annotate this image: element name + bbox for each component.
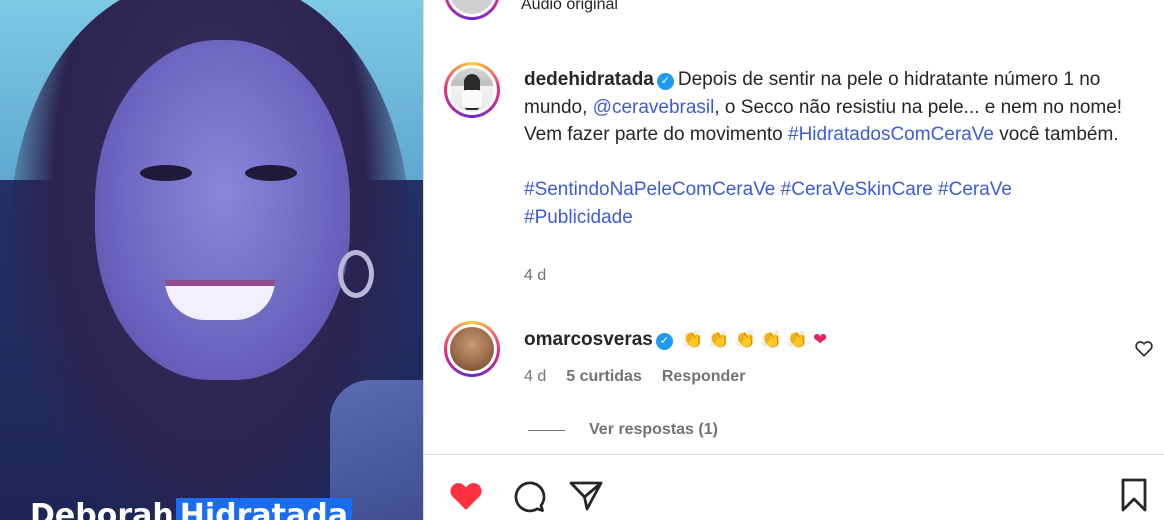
audio-label[interactable]: Áudio original <box>521 0 618 14</box>
header-avatar[interactable] <box>444 0 500 20</box>
like-comment-heart-icon[interactable] <box>1133 337 1155 359</box>
mention-link[interactable]: @ceravebrasil <box>593 97 715 118</box>
bookmark-icon[interactable] <box>1114 475 1154 515</box>
face <box>95 40 350 380</box>
hashtag-link[interactable]: #Publicidade <box>524 207 633 228</box>
author-username[interactable]: dedehidratada <box>524 69 654 90</box>
heart-filled-icon[interactable] <box>446 475 486 515</box>
comment-time[interactable]: 4 d <box>524 368 546 386</box>
hashtag-link[interactable]: #CeraVeSkinCare <box>781 179 933 200</box>
view-replies-label: Ver respostas (1) <box>589 421 718 438</box>
clapping-emojis: 👏👏👏👏👏 <box>682 330 813 350</box>
view-replies-button[interactable]: Ver respostas (1) <box>528 421 718 439</box>
post-caption: dedehidratada ✓ Depois de sentir na pele o… <box>524 66 1134 231</box>
comment: omarcosveras ✓ 👏👏👏👏👏❤ <box>524 326 832 354</box>
replies-divider <box>528 429 565 431</box>
commenter-username[interactable]: omarcosveras <box>524 329 653 350</box>
right-eye <box>245 165 297 181</box>
verified-badge-icon: ✓ <box>655 333 673 350</box>
author-avatar[interactable] <box>444 62 500 118</box>
caption-text-3: você também. <box>993 124 1119 145</box>
heart-emoji: ❤ <box>813 330 833 350</box>
post-details-panel: Áudio original dedehidratada ✓ Depois de s… <box>423 0 1164 520</box>
share-icon[interactable] <box>566 475 606 515</box>
comment-likes[interactable]: 5 curtidas <box>566 368 642 386</box>
hashtag-link[interactable]: #SentindoNaPeleComCeraVe <box>524 179 775 200</box>
post-action-bar <box>424 454 1164 520</box>
media-overlay-caption: Deborah Hidratada <box>30 498 352 520</box>
comment-meta: 4 d 5 curtidas Responder <box>524 368 745 386</box>
post-time[interactable]: 4 d <box>524 267 546 285</box>
left-eye <box>140 165 192 181</box>
commenter-avatar[interactable] <box>444 321 500 377</box>
earring <box>338 250 374 298</box>
comment-icon[interactable] <box>508 475 548 515</box>
post-media[interactable]: Deborah Hidratada <box>0 0 423 520</box>
hashtag-link[interactable]: #CeraVe <box>938 179 1012 200</box>
reply-button[interactable]: Responder <box>662 368 746 386</box>
hashtag-link[interactable]: #HidratadosComCeraVe <box>788 124 994 145</box>
overlay-text-hidratada: Hidratada <box>175 498 352 520</box>
overlay-text-deborah: Deborah <box>30 498 174 520</box>
verified-badge-icon: ✓ <box>656 73 674 90</box>
